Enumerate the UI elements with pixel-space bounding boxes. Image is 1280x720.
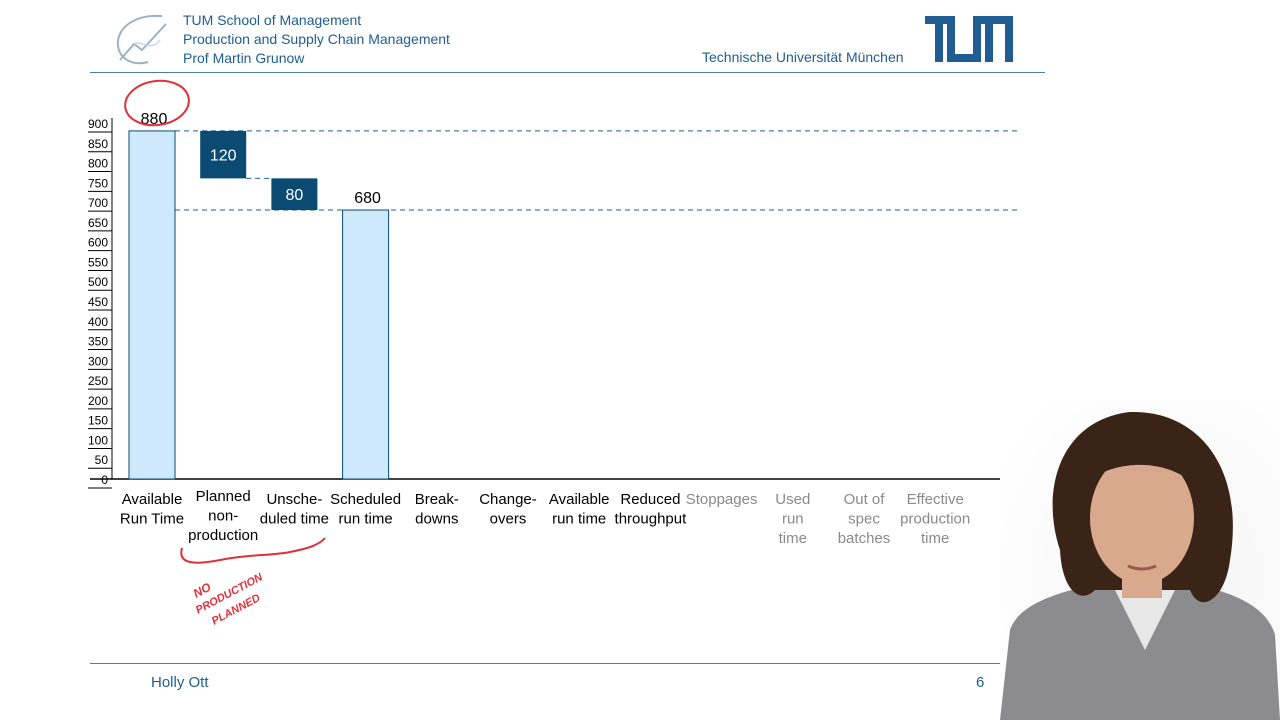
- circle-annotation: [124, 79, 190, 127]
- footer-divider: [90, 663, 1045, 664]
- underline-annotation: [180, 537, 326, 564]
- page-number: 6: [976, 674, 985, 691]
- presenter-name: Holly Ott: [151, 674, 209, 691]
- slide: TUM School of Management Production and …: [0, 0, 1280, 720]
- presenter-video: [1000, 400, 1280, 720]
